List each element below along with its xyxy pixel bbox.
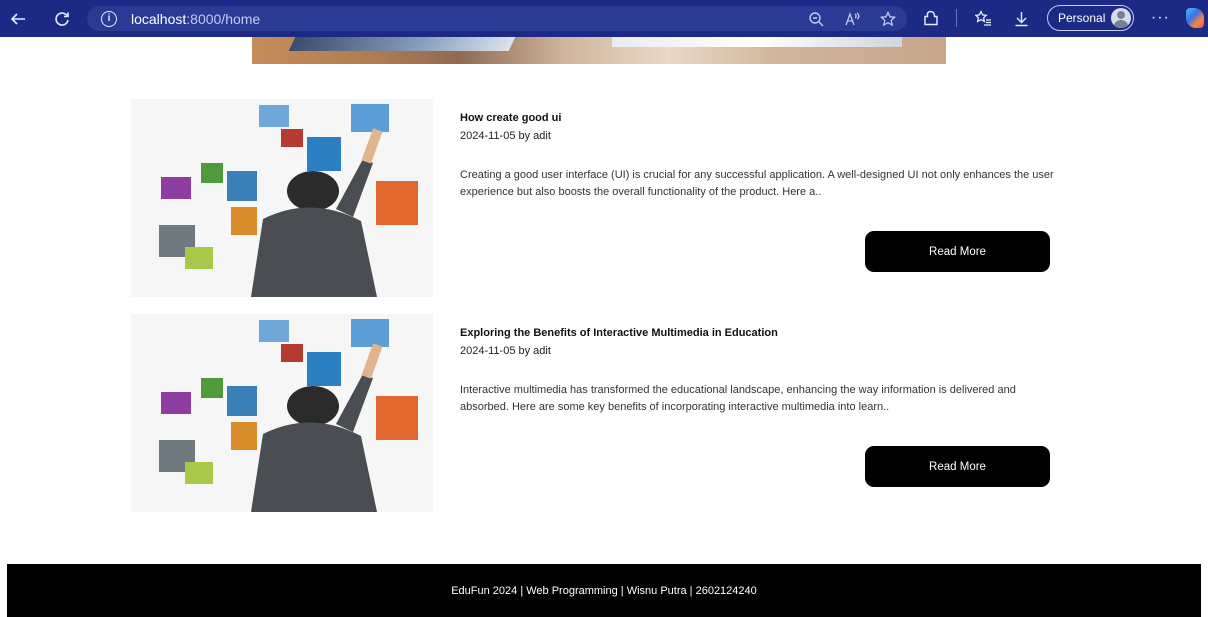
article-thumbnail-image [131,99,433,297]
article-excerpt: Creating a good user interface (UI) is c… [460,169,1054,198]
article-meta: 2024-11-05 by adit [460,345,551,357]
favorites-list-icon[interactable] [971,4,995,32]
article-card: How create good ui 2024-11-05 by adit Cr… [131,99,1054,297]
toolbar-separator [956,9,957,27]
profile-button[interactable]: Personal [1047,5,1135,31]
multimedia-illustration [131,99,433,297]
reload-icon[interactable] [46,3,78,35]
read-more-button[interactable]: Read More [865,446,1050,487]
article-card: Exploring the Benefits of Interactive Mu… [131,314,1051,512]
article-title[interactable]: Exploring the Benefits of Interactive Mu… [460,327,778,339]
read-aloud-icon[interactable] [841,8,863,30]
read-more-button[interactable]: Read More [865,231,1050,272]
hero-image [252,37,946,64]
more-icon[interactable]: ··· [1148,4,1172,32]
extensions-icon[interactable] [918,4,942,32]
profile-label: Personal [1058,11,1106,25]
url-text[interactable]: localhost:8000/home [131,11,260,27]
browser-toolbar: i localhost:8000/home Personal ··· [0,0,1208,37]
back-arrow-icon[interactable] [2,3,34,35]
page-footer: EduFun 2024 | Web Programming | Wisnu Pu… [7,564,1201,617]
url-host: localhost [131,10,187,27]
url-path: :8000/home [186,10,261,27]
copilot-icon[interactable] [1186,8,1205,28]
download-icon[interactable] [1009,4,1033,32]
multimedia-illustration [131,314,433,512]
article-excerpt: Interactive multimedia has transformed t… [460,384,1016,413]
zoom-icon[interactable] [805,8,827,30]
article-meta: 2024-11-05 by adit [460,130,551,142]
article-thumbnail-image [131,314,433,512]
favorite-star-icon[interactable] [877,8,899,30]
address-bar[interactable]: i localhost:8000/home [87,6,907,31]
article-title[interactable]: How create good ui [460,112,561,124]
avatar [1111,8,1132,28]
footer-text: EduFun 2024 | Web Programming | Wisnu Pu… [451,584,757,597]
info-icon[interactable]: i [101,10,117,27]
